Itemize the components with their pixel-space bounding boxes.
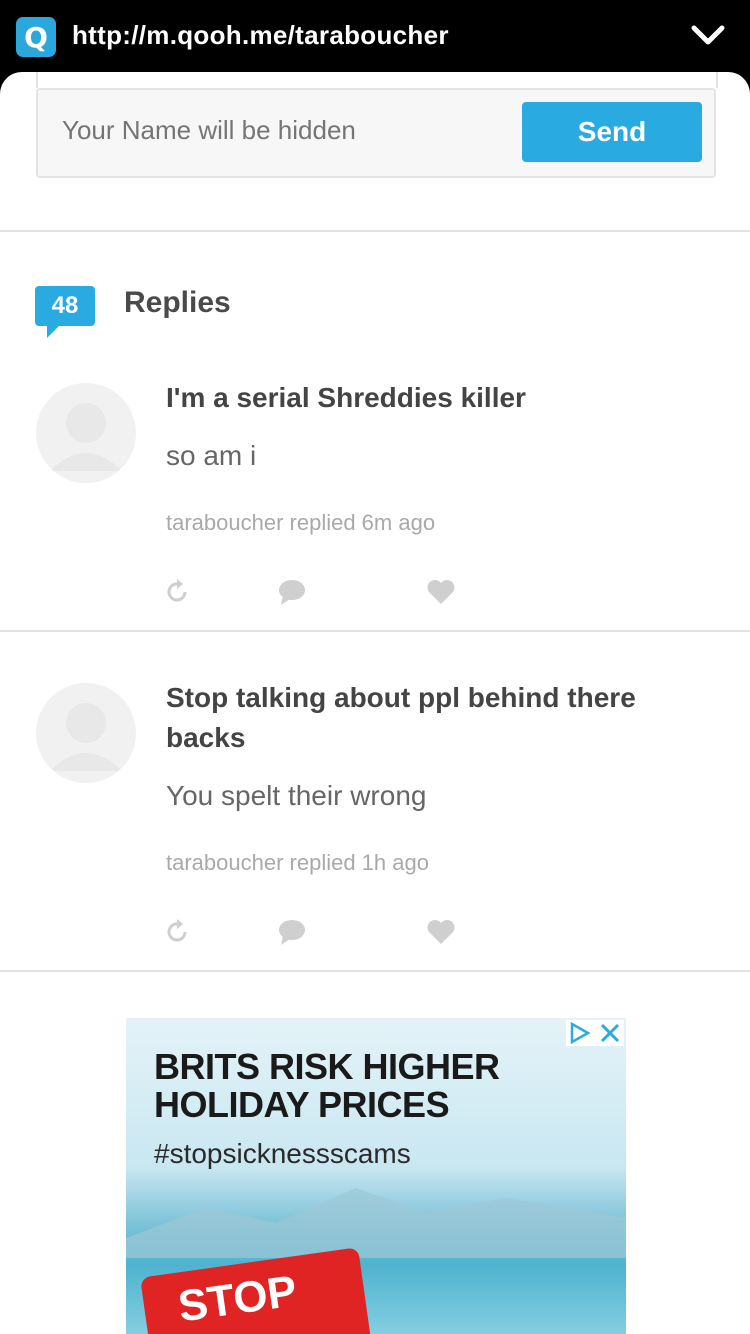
divider — [0, 230, 750, 232]
browser-bar: Q http://m.qooh.me/taraboucher — [0, 0, 750, 72]
qooh-logo[interactable]: Q — [16, 17, 56, 57]
avatar[interactable] — [36, 683, 136, 783]
stop-sign-text: STOP — [175, 1266, 300, 1332]
reply-meta[interactable]: taraboucher replied 6m ago — [166, 510, 435, 536]
mountain-graphic — [126, 1188, 626, 1258]
reply-meta[interactable]: taraboucher replied 1h ago — [166, 850, 429, 876]
reply-form: Send — [36, 88, 716, 178]
replies-heading: Replies — [124, 286, 231, 319]
question-text[interactable]: I'm a serial Shreddies killer — [166, 378, 636, 418]
answer-text: You spelt their wrong — [166, 780, 427, 811]
ad-headline-line2: HOLIDAY PRICES — [154, 1084, 450, 1125]
ad-headline-line1: BRITS RISK HIGHER — [154, 1046, 500, 1087]
form-top-edge — [36, 72, 718, 88]
comment-icon[interactable] — [277, 577, 307, 607]
heart-icon[interactable] — [426, 917, 456, 947]
divider — [0, 970, 750, 972]
reshare-icon[interactable] — [163, 577, 193, 607]
url-text[interactable]: http://m.qooh.me/taraboucher — [72, 20, 449, 51]
reshare-icon[interactable] — [163, 917, 193, 947]
advertisement-banner[interactable]: BRITS RISK HIGHER HOLIDAY PRICES #stopsi… — [126, 1018, 626, 1334]
comment-icon[interactable] — [277, 917, 307, 947]
ad-choices-icon[interactable] — [566, 1020, 624, 1046]
chevron-down-icon[interactable] — [690, 24, 726, 48]
badge-tail — [47, 324, 61, 338]
reply-count-badge: 48 — [35, 286, 95, 326]
page-content: Send 48 Replies I'm a serial Shreddies k… — [0, 72, 750, 1334]
question-text[interactable]: Stop talking about ppl behind there back… — [166, 678, 636, 758]
heart-icon[interactable] — [426, 577, 456, 607]
name-input[interactable] — [60, 114, 504, 147]
send-button[interactable]: Send — [522, 102, 702, 162]
default-avatar-icon — [50, 703, 122, 771]
ad-choices[interactable] — [566, 1020, 624, 1046]
avatar[interactable] — [36, 383, 136, 483]
ad-hashtag: #stopsicknessscams — [154, 1138, 411, 1169]
answer-text: so am i — [166, 440, 257, 471]
divider — [0, 630, 750, 632]
stop-sign-graphic: STOP — [140, 1247, 372, 1334]
default-avatar-icon — [50, 403, 122, 471]
